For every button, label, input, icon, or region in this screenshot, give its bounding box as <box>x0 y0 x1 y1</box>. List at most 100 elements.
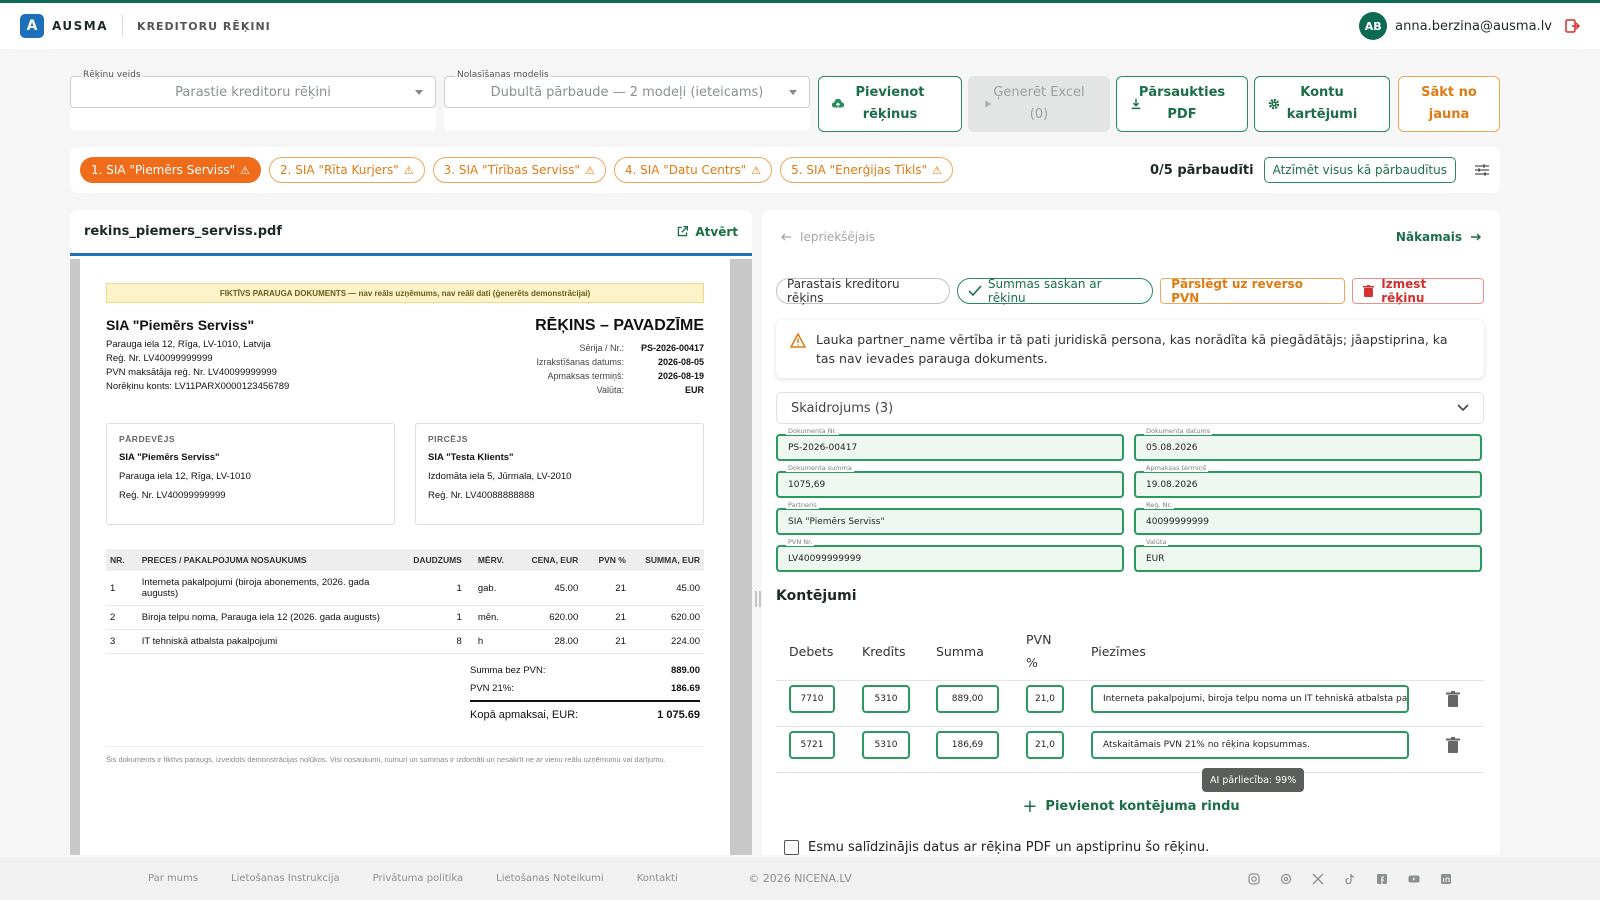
open-pdf-button[interactable]: Atvērt <box>676 225 738 239</box>
youtube-icon[interactable] <box>1408 873 1420 885</box>
sums-match-chip[interactable]: Summas saskan ar rēķinu <box>956 277 1154 305</box>
vat-input[interactable]: 21,0 <box>1026 731 1064 759</box>
mark-all-checked-button[interactable]: Atzīmēt visus kā pārbaudītus <box>1263 157 1456 183</box>
invoice-type-select[interactable]: Rēķinu veids Parastie kreditoru rēķini <box>70 70 436 130</box>
pdf-footnote: Šis dokuments ir fiktīvs paraugs, izveid… <box>106 746 704 765</box>
credit-input[interactable]: 5310 <box>862 731 910 759</box>
sums-match-label: Summas saskan ar rēķinu <box>987 277 1102 305</box>
pdf-panel: rekins_piemers_serviss.pdf Atvērt FIKTĪV… <box>70 210 752 855</box>
col-header: DAUDZUMS <box>402 549 466 571</box>
next-button[interactable]: Nākamais <box>1396 230 1482 244</box>
linkedin-icon[interactable] <box>1440 873 1452 885</box>
tab-invoice-1[interactable]: 1. SIA "Piemērs Serviss" ⚠ <box>80 157 261 183</box>
partner-field[interactable]: Partneris SIA "Piemērs Serviss" <box>776 501 1124 535</box>
trash-icon[interactable] <box>1446 691 1460 707</box>
cell: 45.00 <box>518 571 583 606</box>
cell: 3 <box>106 629 138 654</box>
threads-icon[interactable] <box>1280 873 1292 885</box>
facebook-icon[interactable] <box>1376 873 1388 885</box>
cell: 2 <box>106 605 138 630</box>
field-value: PS-2026-00417 <box>788 443 858 453</box>
cell: 620.00 <box>629 605 704 630</box>
confirm-checkbox-row[interactable]: Esmu salīdzinājis datus ar rēķina PDF un… <box>784 840 1209 855</box>
vat-input[interactable]: 21,0 <box>1026 685 1064 713</box>
trash-icon[interactable] <box>1446 737 1460 753</box>
reverse-vat-button[interactable]: Pārslēgt uz reverso PVN <box>1160 277 1346 305</box>
read-model-select[interactable]: Nolasīšanas modelis Dubultā pārbaude — 2… <box>444 70 810 130</box>
trash-icon <box>1363 285 1375 297</box>
cell: Interneta pakalpojumi (biroja abonements… <box>137 571 403 606</box>
arrow-left-icon <box>781 233 791 241</box>
cell: 620.00 <box>518 605 583 630</box>
pdf-meta-value: 2026-08-19 <box>657 371 704 381</box>
generate-excel-button[interactable]: Ģenerēt Excel (0) <box>968 76 1110 132</box>
field-label: Partneris <box>786 501 819 509</box>
document-number-field[interactable]: Dokumenta Nr. PS-2026-00417 <box>776 427 1124 461</box>
add-invoices-button[interactable]: Pievienot rēķinus <box>818 76 962 132</box>
tiktok-icon[interactable] <box>1344 873 1356 885</box>
vat-number-field[interactable]: PVN Nr. LV40099999999 <box>776 538 1124 572</box>
document-date-field[interactable]: Dokumenta datums 05.08.2026 <box>1134 427 1482 461</box>
chevron-down-icon <box>415 90 423 95</box>
previous-label: Iepriekšējais <box>800 230 876 244</box>
invoice-type-chip[interactable]: Parastais kreditoru rēķins <box>776 277 950 305</box>
divider <box>776 726 1484 727</box>
cell: 21 <box>582 605 630 630</box>
sum-input[interactable]: 186,69 <box>936 731 999 759</box>
reg-number-field[interactable]: Reģ. Nr. 40099999999 <box>1134 501 1482 535</box>
avatar[interactable]: AB <box>1359 12 1388 40</box>
footer-link-manual[interactable]: Lietošanas Instrukcija <box>231 873 340 884</box>
add-posting-row-button[interactable]: + Pievienot kontējuma rindu <box>762 796 1500 817</box>
footer-link-about[interactable]: Par mums <box>148 873 198 884</box>
footer-link-contacts[interactable]: Kontakti <box>637 873 678 884</box>
tab-label: 2. SIA "Rīta Kurjers" <box>280 163 399 177</box>
field-value: SIA "Piemērs Serviss" <box>788 517 885 527</box>
previous-button[interactable]: Iepriekšējais <box>780 230 875 244</box>
account-mappings-label-1: Kontu <box>1300 85 1344 100</box>
postings-title: Kontējumi <box>776 588 857 604</box>
x-icon[interactable] <box>1312 873 1324 885</box>
tab-invoice-2[interactable]: 2. SIA "Rīta Kurjers" ⚠ <box>269 157 425 183</box>
total-value: 186.69 <box>670 683 700 694</box>
confirm-checkbox[interactable] <box>784 840 799 855</box>
footer-link-privacy[interactable]: Privātuma politika <box>373 873 464 884</box>
sliders-icon[interactable] <box>1474 162 1490 178</box>
tab-invoice-4[interactable]: 4. SIA "Datu Centrs" ⚠ <box>613 157 773 183</box>
cloud-upload-icon <box>831 98 845 108</box>
reload-pdf-label-1: Pārsaukties <box>1138 85 1226 100</box>
instagram-icon[interactable] <box>1248 872 1260 885</box>
field-value: 19.08.2026 <box>1146 480 1198 490</box>
field-label: Dokumenta summa <box>786 464 854 472</box>
account-mappings-button[interactable]: Kontu kartējumi <box>1254 76 1390 132</box>
credit-input[interactable]: 5310 <box>862 685 910 713</box>
currency-field[interactable]: Valūta EUR <box>1134 538 1482 572</box>
debit-input[interactable]: 7710 <box>789 685 835 713</box>
tab-invoice-3[interactable]: 3. SIA "Tīrības Serviss" ⚠ <box>432 157 606 183</box>
party-title: PĀRDEVĒJS <box>119 434 175 444</box>
tab-label: 1. SIA "Piemērs Serviss" <box>91 163 236 177</box>
table-row: 2 Biroja telpu noma, Parauga iela 12 (202… <box>106 605 704 630</box>
logout-icon[interactable] <box>1564 18 1580 34</box>
due-date-field[interactable]: Apmaksas termiņš 19.08.2026 <box>1134 464 1482 498</box>
cell: 1 <box>402 605 466 630</box>
pdf-seller-line: Parauga iela 12, Rīga, LV-1010, Latvija <box>106 339 271 350</box>
pdf-viewer[interactable]: FIKTĪVS PARAUGA DOKUMENTS — nav reāls uz… <box>70 259 752 855</box>
tab-invoice-5[interactable]: 5. SIA "Enerģijas Tīkls" ⚠ <box>780 157 953 183</box>
col-header-vat-percent: % <box>1026 655 1038 670</box>
notes-input[interactable]: Interneta pakalpojumi, biroja telpu noma… <box>1091 685 1409 713</box>
col-header: NR. <box>106 549 138 571</box>
notes-input[interactable]: Atskaitāmais PVN 21% no rēķina kopsummas… <box>1091 731 1409 759</box>
cell: 28.00 <box>518 629 583 654</box>
field-value: LV40099999999 <box>788 554 862 564</box>
document-sum-field[interactable]: Dokumenta summa 1075,69 <box>776 464 1124 498</box>
reload-pdf-button[interactable]: Pārsaukties PDF <box>1116 76 1248 132</box>
footer-link-terms[interactable]: Lietošanas Noteikumi <box>496 873 604 884</box>
cell: Biroja telpu noma, Parauga iela 12 (2026… <box>137 605 403 630</box>
explanation-accordion[interactable]: Skaidrojums (3) <box>776 392 1484 424</box>
restart-button[interactable]: Sākt no jauna <box>1398 76 1500 132</box>
add-invoices-label-2: rēķinus <box>862 107 918 122</box>
reload-pdf-label-2: PDF <box>1167 107 1197 122</box>
sum-input[interactable]: 889,00 <box>936 685 999 713</box>
debit-input[interactable]: 5721 <box>789 731 835 759</box>
discard-invoice-button[interactable]: Izmest rēķinu <box>1352 277 1484 305</box>
